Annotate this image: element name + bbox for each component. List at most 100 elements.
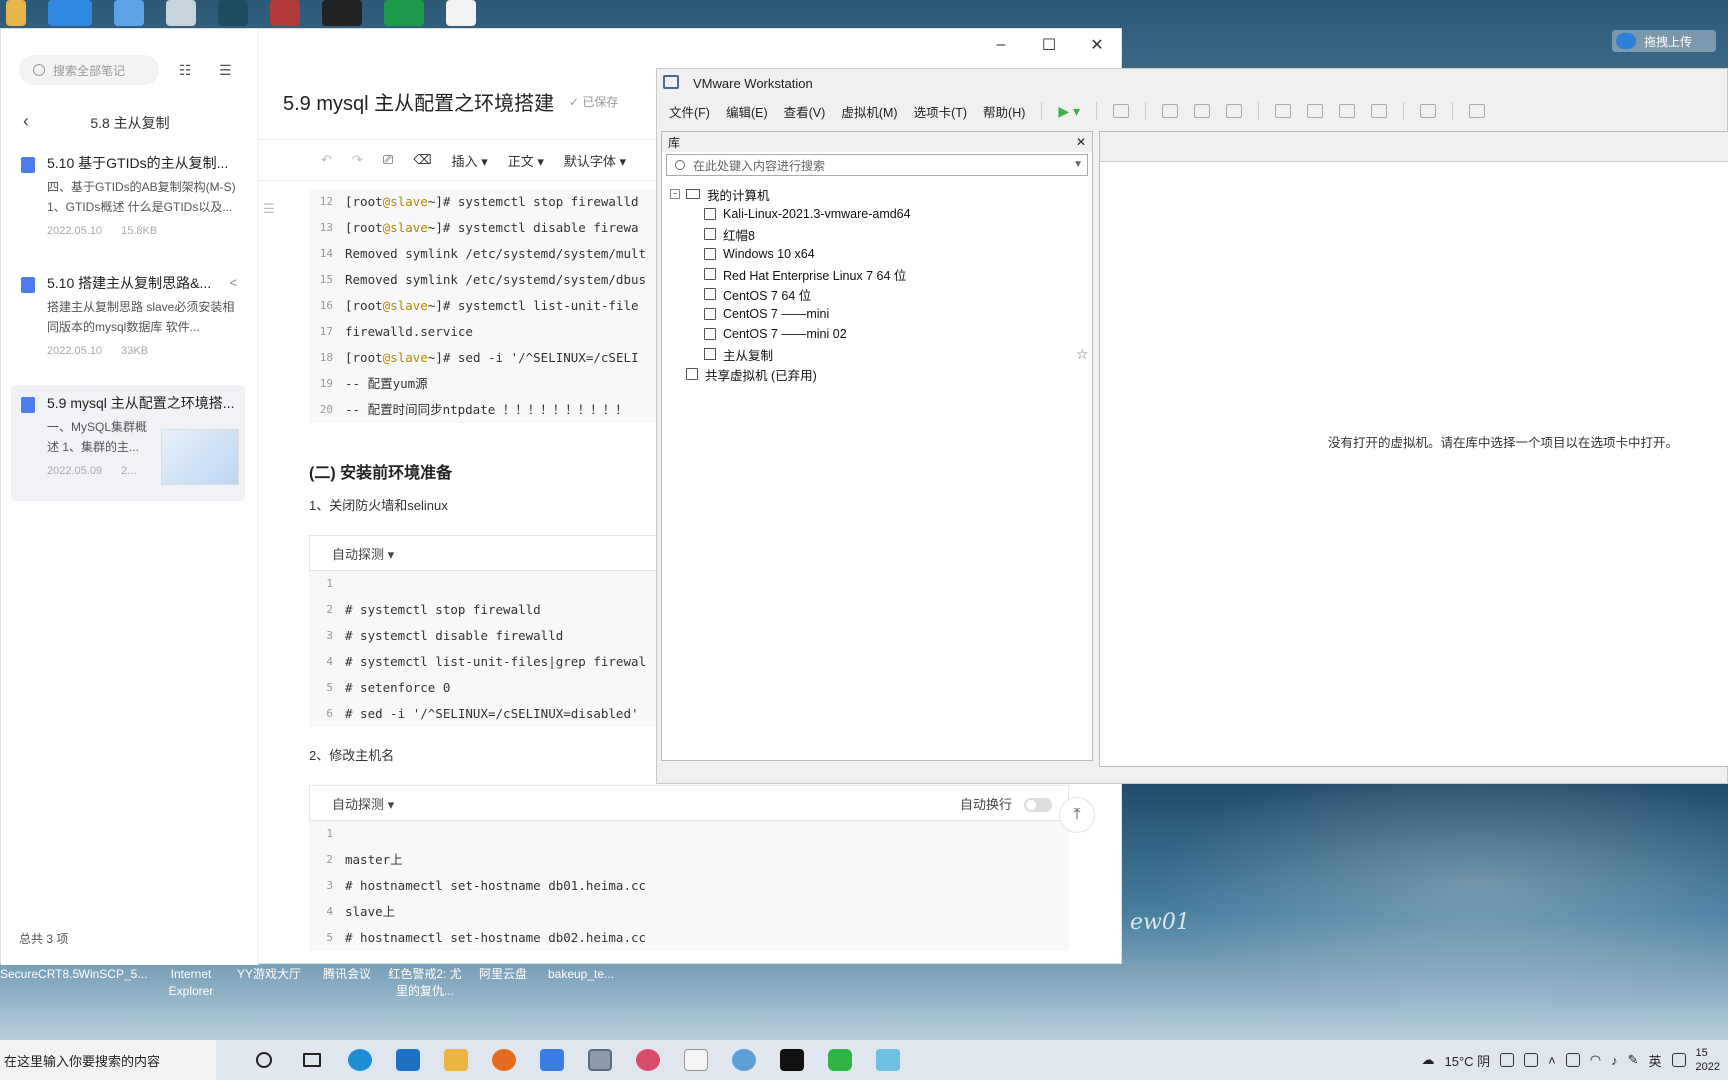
stretch-icon[interactable] <box>1469 104 1486 118</box>
clock[interactable]: 15 2022 <box>1696 1046 1720 1074</box>
notepad-icon[interactable] <box>678 1042 714 1078</box>
tray-app-icon[interactable] <box>1500 1053 1515 1067</box>
desktop-label-tencent-meeting[interactable]: 腾讯会议 <box>308 966 386 1000</box>
desktop-label-winscp[interactable]: WinSCP_5... <box>74 966 152 1000</box>
desktop-label-red-alert[interactable]: 红色警戒2: 尤里的复仇... <box>386 966 464 1000</box>
desktop-icon-app-dark[interactable] <box>322 0 362 26</box>
favorite-star-icon[interactable]: ☆ <box>1076 346 1089 363</box>
font-menu[interactable]: 默认字体 ▾ <box>564 151 626 170</box>
scroll-to-top-button[interactable]: ⤒ <box>1059 797 1095 833</box>
format-painter-icon[interactable]: ⎚ <box>383 152 393 168</box>
note-list-item[interactable]: < 5.10 搭建主从复制思路&... 搭建主从复制思路 slave必须安装相同… <box>11 265 245 365</box>
code-language-select[interactable]: 自动探测 ▾ <box>332 544 394 563</box>
desktop-label-yy[interactable]: YY游戏大厅 <box>230 966 308 1000</box>
note-list-item[interactable]: 5.10 基于GTIDs的主从复制... 四、基于GTIDs的AB复制架构(M-… <box>11 145 245 245</box>
desktop-icon-recycle[interactable] <box>166 0 196 26</box>
cortana-icon[interactable] <box>246 1042 282 1078</box>
terminal-icon[interactable] <box>774 1042 810 1078</box>
desktop-icon-folder[interactable] <box>6 0 26 26</box>
send-keys-icon[interactable] <box>1113 104 1130 118</box>
desktop-label-ie[interactable]: Internet Explorer <box>152 966 230 1000</box>
menu-help[interactable]: 帮助(H) <box>983 102 1025 121</box>
tree-node-vm[interactable]: CentOS 7 ——mini 02 <box>662 324 1092 344</box>
page-title[interactable]: 5.9 mysql 主从配置之环境搭建 <box>283 87 554 116</box>
desktop-label-aliyun[interactable]: 阿里云盘 <box>464 966 542 1000</box>
insert-menu[interactable]: 插入 ▾ <box>452 151 488 170</box>
app-cyan-icon[interactable] <box>870 1042 906 1078</box>
line-number: 5 <box>326 931 333 944</box>
console-icon[interactable] <box>1420 104 1437 118</box>
desktop-icon-tool[interactable] <box>218 0 248 26</box>
desktop-label-bakeup[interactable]: bakeup_te... <box>542 966 620 1000</box>
tree-node-vm[interactable]: CentOS 7 ——mini <box>662 304 1092 324</box>
code-language-select[interactable]: 自动探测 ▾ <box>332 794 394 813</box>
weather-icon[interactable]: ☁ <box>1421 1052 1434 1068</box>
menu-view[interactable]: 查看(V) <box>784 102 826 121</box>
tree-node-vm[interactable]: CentOS 7 64 位 <box>662 284 1092 304</box>
wifi-icon[interactable]: ◠ <box>1590 1052 1601 1068</box>
tray-app-icon[interactable] <box>1524 1053 1539 1067</box>
pen-icon[interactable]: ✎ <box>1628 1052 1639 1068</box>
note-list-item-active[interactable]: 5.9 mysql 主从配置之环境搭... 一、MySQL集群概述 1、集群的主… <box>11 385 245 501</box>
unity-icon[interactable] <box>1371 104 1388 118</box>
fullscreen-icon[interactable] <box>1339 104 1356 118</box>
tree-node-vm[interactable]: Windows 10 x64 <box>662 244 1092 264</box>
network-app-icon[interactable] <box>726 1042 762 1078</box>
volume-icon[interactable]: ♪ <box>1611 1053 1618 1068</box>
desktop-icon-document[interactable] <box>446 0 476 26</box>
toggle-switch[interactable] <box>1024 798 1052 813</box>
thumbnail-view-icon[interactable] <box>1307 104 1324 118</box>
desktop-icon-game[interactable] <box>270 0 300 26</box>
menu-tabs[interactable]: 选项卡(T) <box>914 102 967 121</box>
tree-node-vm[interactable]: 红帽8 <box>662 224 1092 244</box>
revert-snapshot-icon[interactable] <box>1194 104 1211 118</box>
tree-node-vm[interactable]: Red Hat Enterprise Linux 7 64 位 <box>662 264 1092 284</box>
mail-icon[interactable] <box>390 1042 426 1078</box>
desktop-icon-app-blue[interactable] <box>48 0 92 26</box>
chevron-down-icon[interactable]: ▼ <box>1073 159 1083 170</box>
tree-node-shared[interactable]: 共享虚拟机 (已弃用) <box>662 364 1092 384</box>
drag-upload-button[interactable]: 拖拽上传 <box>1612 30 1716 52</box>
vmware-taskbar-icon[interactable] <box>582 1042 618 1078</box>
collapse-icon[interactable]: − <box>670 189 680 199</box>
snapshot-manager-icon[interactable] <box>1226 104 1243 118</box>
menu-edit[interactable]: 编辑(E) <box>726 102 768 121</box>
weather-text[interactable]: 15°C 阴 <box>1444 1051 1490 1070</box>
desktop-label-securecrt[interactable]: SecureCRT8.5 <box>0 966 79 1000</box>
notes-search-input[interactable]: 搜索全部笔记 <box>19 55 159 85</box>
show-hidden-icons-icon[interactable]: ˄ <box>1548 1053 1556 1068</box>
keyboard-icon[interactable] <box>1671 1053 1686 1067</box>
close-icon[interactable]: ✕ <box>1076 135 1086 149</box>
menu-vm[interactable]: 虚拟机(M) <box>841 102 897 121</box>
power-on-icon[interactable]: ▶ ▾ <box>1058 103 1080 120</box>
sort-icon[interactable]: ☰ <box>219 63 235 77</box>
tree-node-my-computer[interactable]: − 我的计算机 <box>662 184 1092 204</box>
ime-indicator[interactable]: 英 <box>1649 1051 1662 1070</box>
edge-icon[interactable] <box>342 1042 378 1078</box>
undo-icon[interactable]: ↶ <box>321 152 332 168</box>
list-view-icon[interactable]: ☷ <box>179 63 195 77</box>
desktop-icon-folder-blue[interactable] <box>114 0 144 26</box>
library-view-icon[interactable] <box>1275 104 1292 118</box>
desktop-icon-pycharm[interactable] <box>384 0 424 26</box>
tree-node-vm[interactable]: Kali-Linux-2021.3-vmware-amd64 <box>662 204 1092 224</box>
snapshot-icon[interactable] <box>1162 104 1179 118</box>
wechat-icon[interactable] <box>822 1042 858 1078</box>
library-search-input[interactable]: 在此处键入内容进行搜索 ▼ <box>666 154 1088 176</box>
task-view-icon[interactable] <box>294 1042 330 1078</box>
eraser-icon[interactable]: ⌫ <box>413 152 431 168</box>
tree-node-vm[interactable]: 主从复制 ☆ <box>662 344 1092 364</box>
app-blue-icon[interactable] <box>534 1042 570 1078</box>
firefox-icon[interactable] <box>486 1042 522 1078</box>
menu-file[interactable]: 文件(F) <box>669 102 710 121</box>
paragraph-style-menu[interactable]: 正文 ▾ <box>508 151 544 170</box>
taskbar-search-input[interactable]: 在这里输入你要搜索的内容 <box>0 1040 216 1080</box>
redo-icon[interactable]: ↷ <box>352 152 363 168</box>
code-block-hostname[interactable]: 自动探测 ▾ 自动换行 1 2 master上 3 # hostnamectl se… <box>309 785 1069 951</box>
snipping-icon[interactable] <box>630 1042 666 1078</box>
word-wrap-toggle[interactable]: 自动换行 <box>960 794 1052 813</box>
share-icon[interactable]: < <box>229 275 237 290</box>
battery-icon[interactable] <box>1565 1053 1580 1067</box>
outline-icon[interactable]: ☰ <box>263 201 275 217</box>
file-explorer-icon[interactable] <box>438 1042 474 1078</box>
